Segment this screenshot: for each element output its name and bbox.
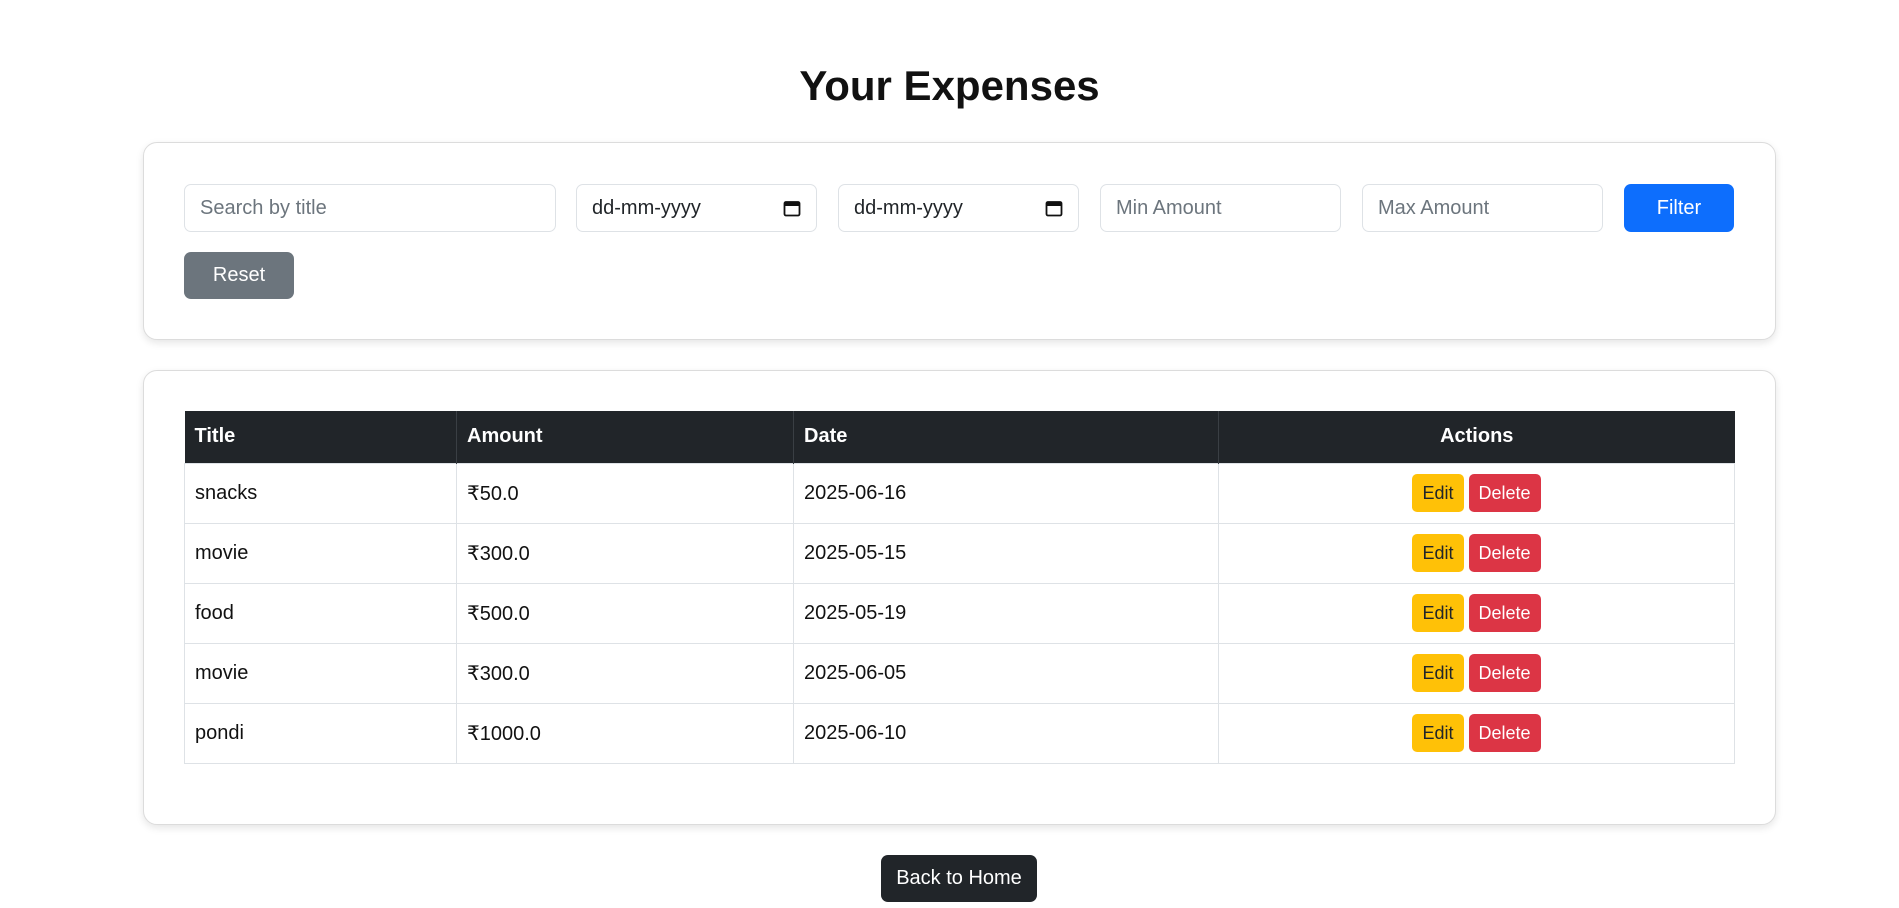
delete-button[interactable]: Delete xyxy=(1468,714,1541,752)
edit-button[interactable]: Edit xyxy=(1412,654,1464,692)
back-to-home-button[interactable]: Back to Home xyxy=(881,855,1037,902)
table-row: food ₹500.0 2025-05-19 Edit Delete xyxy=(184,582,1735,644)
delete-button[interactable]: Delete xyxy=(1468,534,1541,572)
cell-date: 2025-05-15 xyxy=(793,522,1219,584)
edit-button[interactable]: Edit xyxy=(1412,534,1464,572)
cell-amount: ₹1000.0 xyxy=(456,702,794,764)
delete-button[interactable]: Delete xyxy=(1468,654,1541,692)
filter-card: dd-mm-yyyy dd-mm-yyyy Filter Reset xyxy=(143,142,1776,340)
cell-amount: ₹50.0 xyxy=(456,462,794,524)
cell-amount: ₹300.0 xyxy=(456,522,794,584)
max-amount-input[interactable] xyxy=(1362,184,1603,232)
cell-title: food xyxy=(184,582,457,644)
end-date-input[interactable]: dd-mm-yyyy xyxy=(838,184,1079,232)
min-amount-input[interactable] xyxy=(1100,184,1341,232)
search-input[interactable] xyxy=(184,184,556,232)
cell-title: movie xyxy=(184,642,457,704)
edit-button[interactable]: Edit xyxy=(1412,474,1464,512)
delete-button[interactable]: Delete xyxy=(1468,594,1541,632)
header-title: Title xyxy=(184,411,457,463)
reset-button[interactable]: Reset xyxy=(184,252,294,299)
table-row: snacks ₹50.0 2025-06-16 Edit Delete xyxy=(184,462,1735,524)
table-row: pondi ₹1000.0 2025-06-10 Edit Delete xyxy=(184,702,1735,764)
cell-title: snacks xyxy=(184,462,457,524)
calendar-icon[interactable] xyxy=(783,199,801,217)
start-date-input[interactable]: dd-mm-yyyy xyxy=(576,184,817,232)
cell-actions: Edit Delete xyxy=(1218,522,1735,584)
cell-title: movie xyxy=(184,522,457,584)
expenses-table: Title Amount Date Actions snacks ₹50.0 2… xyxy=(184,411,1735,764)
cell-date: 2025-05-19 xyxy=(793,582,1219,644)
filter-button[interactable]: Filter xyxy=(1624,184,1734,232)
table-row: movie ₹300.0 2025-06-05 Edit Delete xyxy=(184,642,1735,704)
cell-date: 2025-06-16 xyxy=(793,462,1219,524)
start-date-value: dd-mm-yyyy xyxy=(592,196,701,219)
end-date-value: dd-mm-yyyy xyxy=(854,196,963,219)
cell-actions: Edit Delete xyxy=(1218,582,1735,644)
cell-actions: Edit Delete xyxy=(1218,462,1735,524)
calendar-icon[interactable] xyxy=(1045,199,1063,217)
header-date: Date xyxy=(793,411,1219,463)
edit-button[interactable]: Edit xyxy=(1412,714,1464,752)
cell-date: 2025-06-10 xyxy=(793,702,1219,764)
cell-title: pondi xyxy=(184,702,457,764)
header-actions: Actions xyxy=(1218,411,1735,463)
cell-amount: ₹500.0 xyxy=(456,582,794,644)
cell-actions: Edit Delete xyxy=(1218,702,1735,764)
expenses-card: Title Amount Date Actions snacks ₹50.0 2… xyxy=(143,370,1776,825)
page-title: Your Expenses xyxy=(799,62,1100,109)
table-header-row: Title Amount Date Actions xyxy=(184,411,1735,463)
cell-amount: ₹300.0 xyxy=(456,642,794,704)
cell-date: 2025-06-05 xyxy=(793,642,1219,704)
table-row: movie ₹300.0 2025-05-15 Edit Delete xyxy=(184,522,1735,584)
header-amount: Amount xyxy=(456,411,794,463)
delete-button[interactable]: Delete xyxy=(1468,474,1541,512)
edit-button[interactable]: Edit xyxy=(1412,594,1464,632)
cell-actions: Edit Delete xyxy=(1218,642,1735,704)
